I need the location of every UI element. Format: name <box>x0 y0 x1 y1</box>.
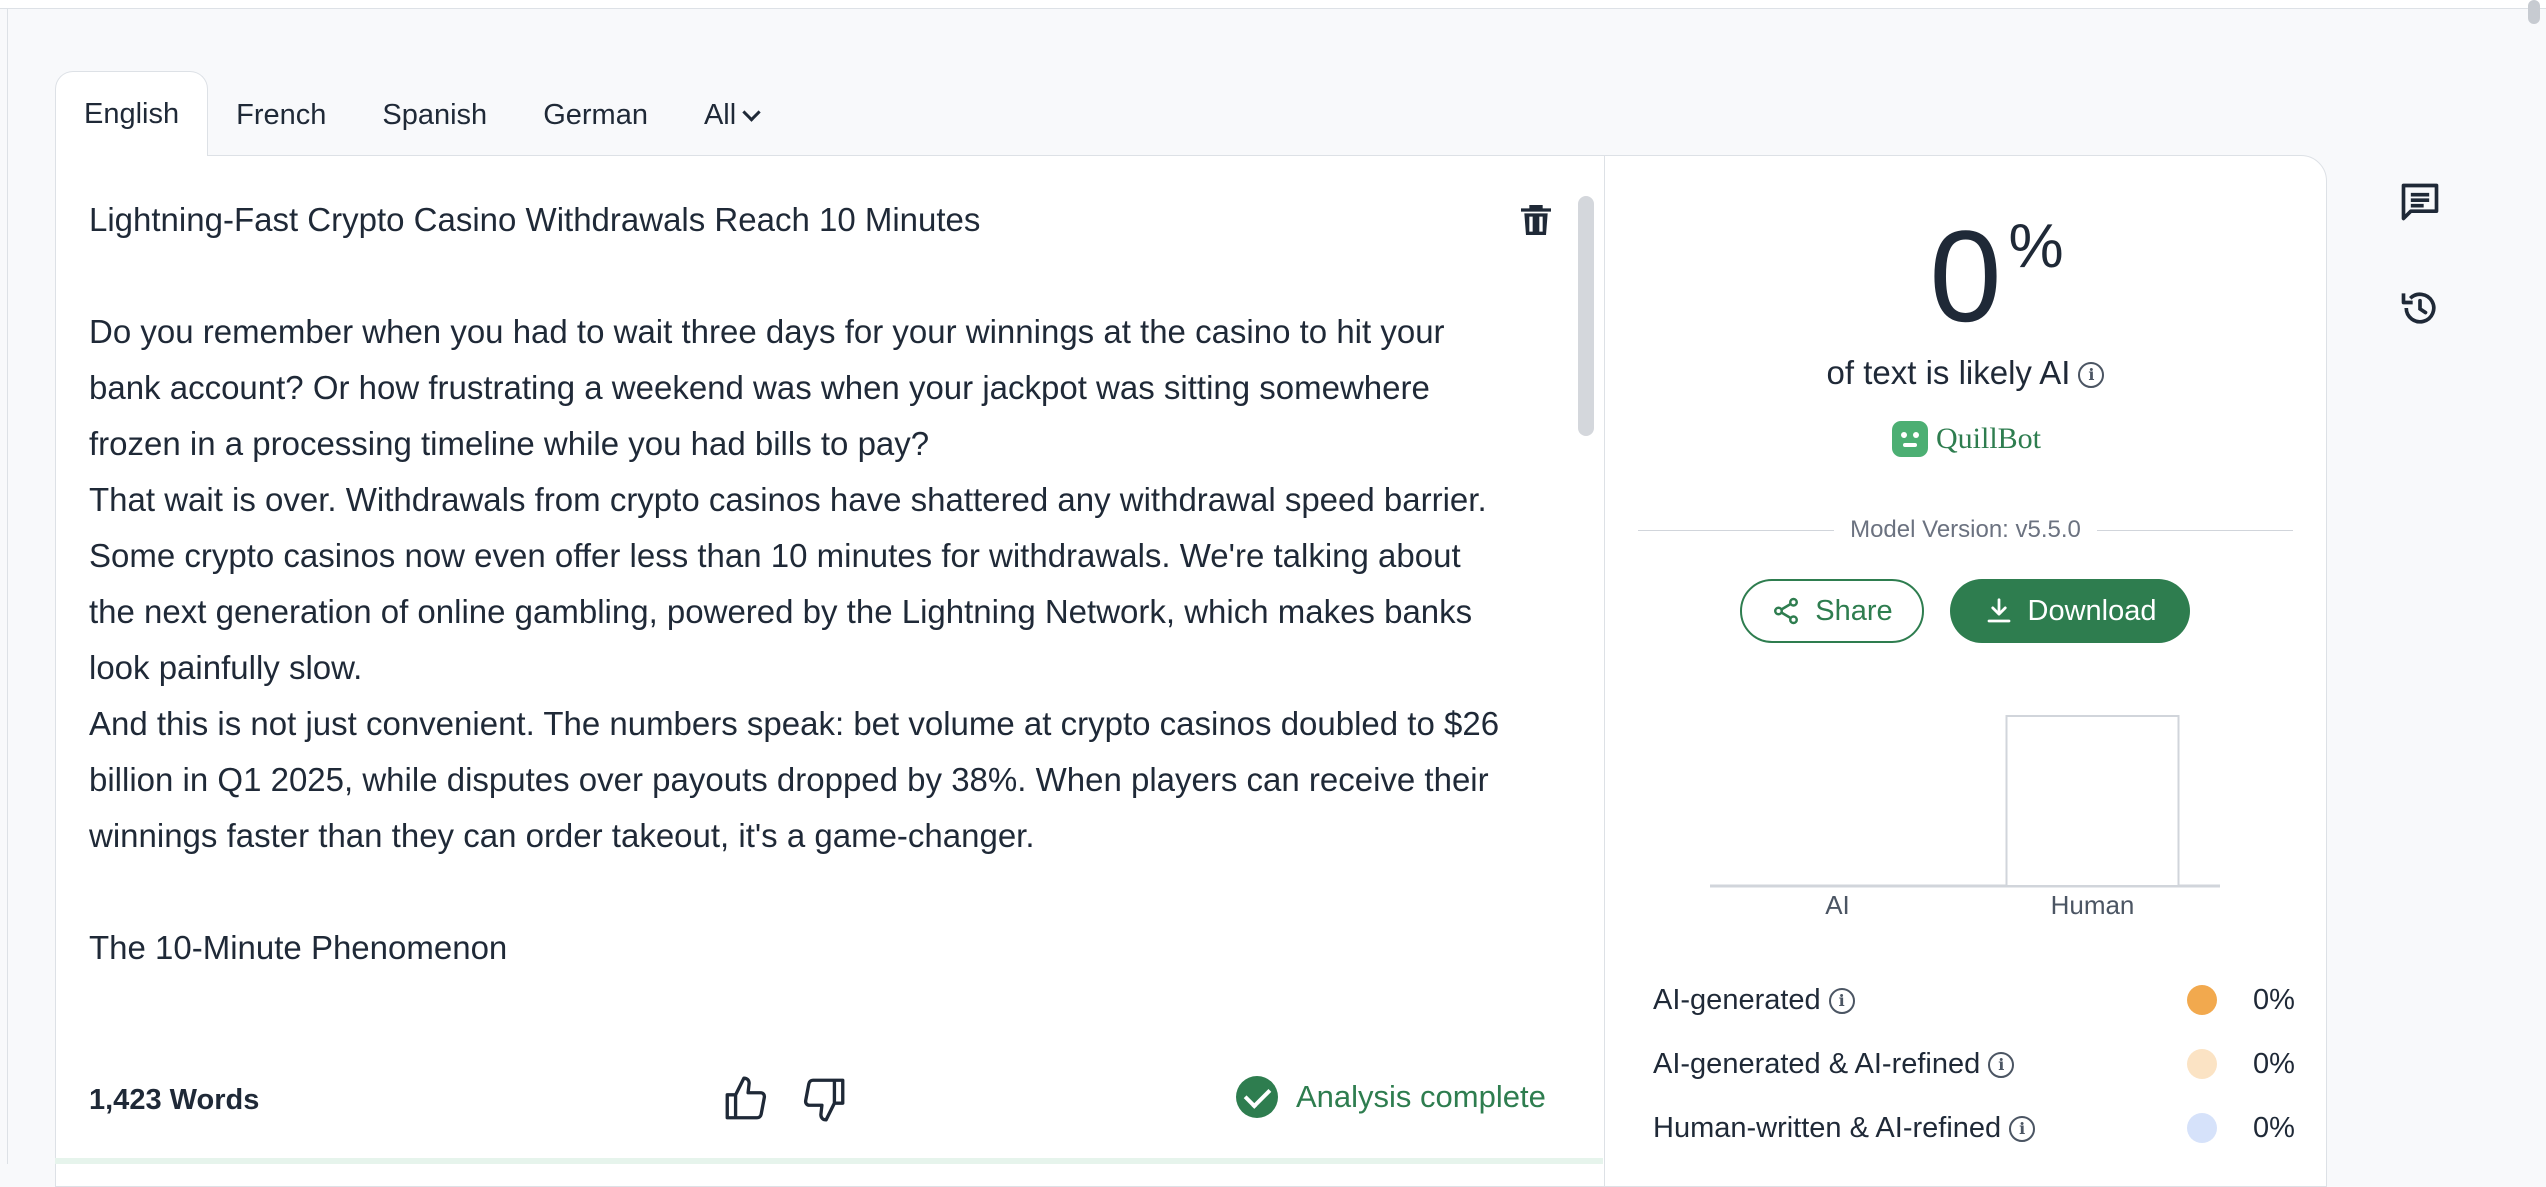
editor-blank-line <box>89 864 1509 920</box>
analysis-status: Analysis complete <box>1236 1076 1546 1118</box>
thumbs-down-icon[interactable] <box>799 1074 849 1124</box>
download-label: Download <box>2027 594 2157 627</box>
legend-label-text: Human-written & AI-refined <box>1653 1111 2002 1144</box>
likely-ai-text: of text is likely AI <box>1826 354 2071 391</box>
editor-paragraph: And this is not just convenient. The num… <box>89 705 1500 854</box>
text-editor[interactable]: Lightning-Fast Crypto Casino Withdrawals… <box>56 156 1604 1186</box>
trash-icon[interactable] <box>1516 198 1556 242</box>
editor-paragraph: Do you remember when you had to wait thr… <box>89 313 1445 462</box>
tab-label: German <box>543 98 648 131</box>
legend-label: AI-generated & AI-refined i <box>1653 1048 2187 1081</box>
tab-label: All <box>703 98 737 131</box>
tab-german[interactable]: German <box>515 74 676 156</box>
legend-value: 0% <box>2253 1047 2295 1080</box>
tab-french[interactable]: French <box>208 74 354 156</box>
editor-footer: 1,423 Words Analysis complete <box>56 1056 1604 1146</box>
thumbs-up-icon[interactable] <box>721 1074 771 1124</box>
window-left-edge <box>7 8 8 1164</box>
legend-label-text: AI-generated <box>1653 983 1821 1016</box>
editor-paragraph: The 10-Minute Phenomenon <box>89 929 508 966</box>
bar-human <box>2005 715 2180 887</box>
score-unit: % <box>2008 212 2064 281</box>
ai-score: 0% <box>1605 211 2326 341</box>
tab-label: French <box>236 98 327 131</box>
history-icon[interactable] <box>2398 286 2442 330</box>
legend-row-ai-generated: AI-generated i 0% <box>1653 976 2295 1024</box>
tab-label: English <box>84 97 180 130</box>
legend-value: 0% <box>2253 983 2295 1016</box>
divider-line <box>2096 529 2293 531</box>
tab-spanish[interactable]: Spanish <box>354 74 515 156</box>
legend-row-ai-refined: AI-generated & AI-refined i 0% <box>1653 1040 2295 1088</box>
brand-name: QuillBot <box>1936 422 2042 455</box>
editor-bottom-strip <box>55 1158 1603 1164</box>
tick-label-human: Human <box>2051 890 2135 920</box>
legend-value: 0% <box>2253 1111 2295 1144</box>
detector-card: Lightning-Fast Crypto Casino Withdrawals… <box>55 155 2327 1187</box>
robot-icon <box>1892 421 1928 457</box>
language-tabs: English French Spanish German All <box>55 71 786 156</box>
legend-dot <box>2187 1049 2217 1079</box>
divider-line <box>1638 529 1835 531</box>
share-button[interactable]: Share <box>1740 579 1924 643</box>
page-scrollbar-thumb[interactable] <box>2528 0 2540 24</box>
info-icon[interactable]: i <box>1828 987 1855 1014</box>
info-icon[interactable]: i <box>2009 1115 2036 1142</box>
editor-paragraph: Lightning-Fast Crypto Casino Withdrawals… <box>89 201 981 238</box>
model-version: Model Version: v5.5.0 <box>1638 516 2293 544</box>
likely-ai-label: of text is likely AI i <box>1605 354 2326 392</box>
download-icon <box>1987 598 2010 623</box>
score-number: 0 <box>1929 203 2002 349</box>
share-icon <box>1774 597 1799 625</box>
editor-content[interactable]: Lightning-Fast Crypto Casino Withdrawals… <box>89 192 1509 976</box>
legend-label: AI-generated i <box>1653 984 2187 1017</box>
editor-blank-line <box>89 248 1509 304</box>
status-text: Analysis complete <box>1296 1079 1546 1114</box>
check-circle-icon <box>1236 1076 1278 1118</box>
score-value: 0% <box>1929 211 2063 341</box>
editor-scrollbar[interactable] <box>1578 196 1594 436</box>
editor-paragraph: That wait is over. Withdrawals from cryp… <box>89 481 1487 686</box>
legend-dot <box>2187 985 2217 1015</box>
chevron-down-icon <box>742 102 761 122</box>
tab-all-dropdown[interactable]: All <box>676 74 786 156</box>
legend-label-text: AI-generated & AI-refined <box>1653 1047 1981 1080</box>
info-icon[interactable]: i <box>1988 1051 2015 1078</box>
legend-row-human-ai-refined: Human-written & AI-refined i 0% <box>1653 1104 2295 1152</box>
results-panel: 0% of text is likely AI i QuillBot Model … <box>1605 156 2326 1186</box>
share-label: Share <box>1815 594 1893 627</box>
ai-human-bar-chart: AI Human <box>1710 715 2220 920</box>
download-button[interactable]: Download <box>1950 579 2190 643</box>
quillbot-logo: QuillBot <box>1892 421 2041 457</box>
tab-label: Spanish <box>382 98 488 131</box>
info-icon[interactable]: i <box>2078 362 2105 389</box>
legend-label: Human-written & AI-refined i <box>1653 1112 2187 1145</box>
tab-english[interactable]: English <box>55 71 209 156</box>
legend-dot <box>2187 1113 2217 1143</box>
feedback-icon[interactable] <box>2398 180 2442 224</box>
window-top-edge <box>0 0 2546 9</box>
tick-label-ai: AI <box>1825 890 1850 920</box>
word-count: 1,423 Words <box>89 1084 260 1116</box>
model-version-text: Model Version: v5.5.0 <box>1850 516 2081 543</box>
